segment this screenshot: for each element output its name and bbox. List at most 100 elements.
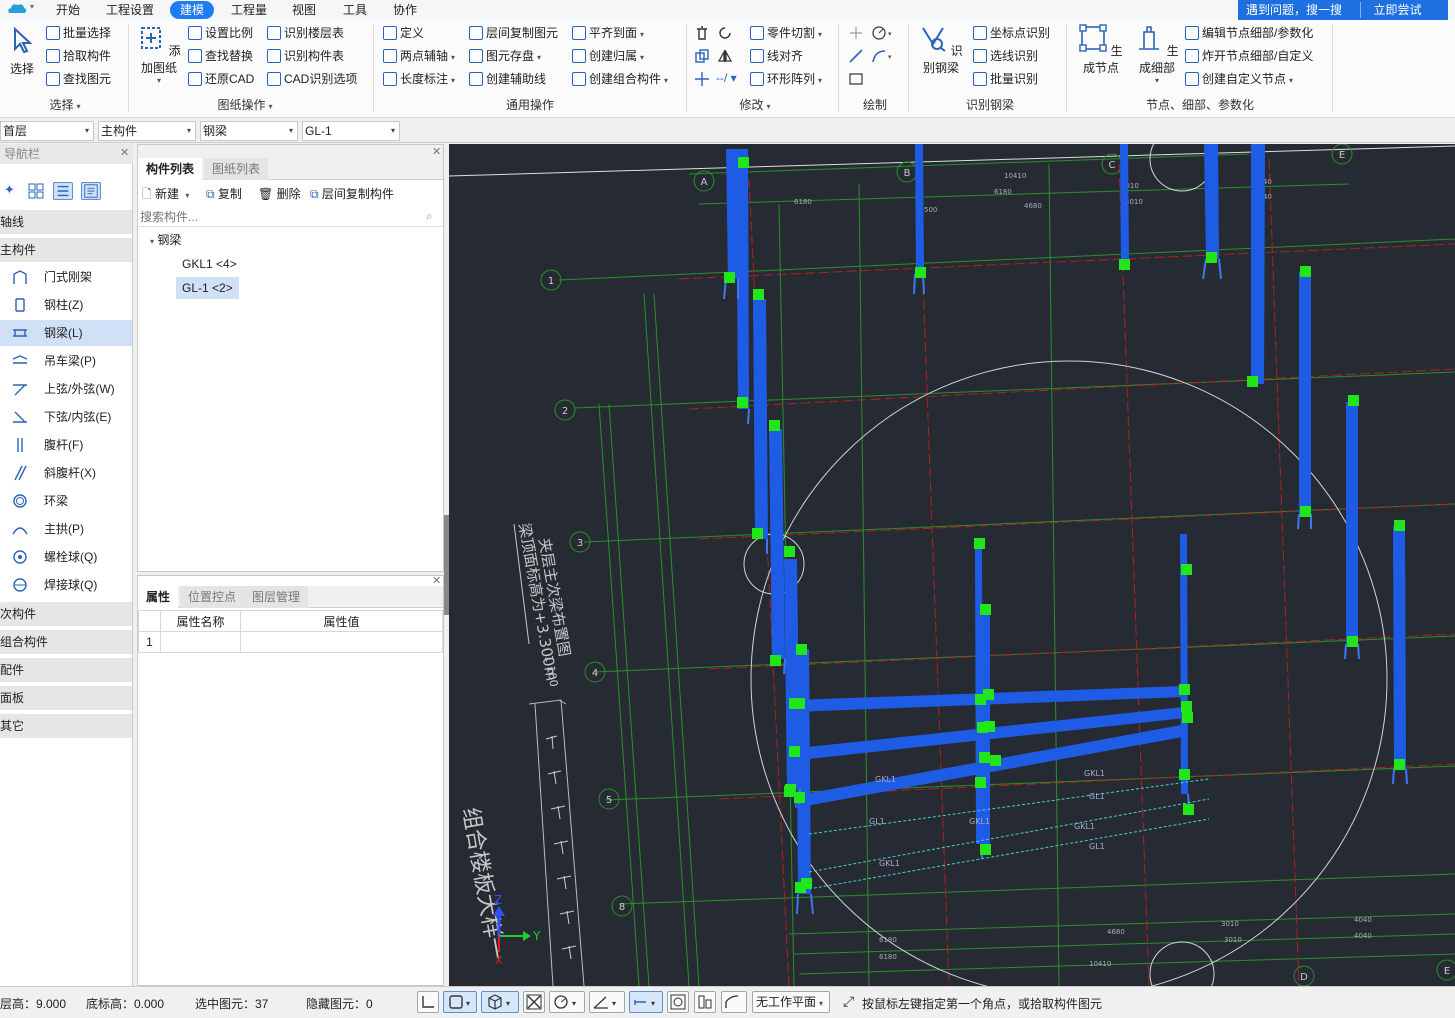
floor-select[interactable]: 首层 ▾ — [0, 121, 94, 141]
nav-item-diagonal-web[interactable]: 斜腹杆(X) — [0, 460, 132, 486]
create-ownership-button[interactable]: 创建归属 ▾ — [572, 46, 644, 66]
3d-view-button[interactable]: ▾ — [481, 991, 519, 1013]
line-draw-icon[interactable] — [847, 48, 865, 64]
tree-root-steel-beam[interactable]: ▾ 钢梁 — [150, 229, 181, 251]
nav-item-crane-beam[interactable]: 吊车梁(P) — [0, 348, 132, 374]
nav-item-steel-beam[interactable]: 钢梁(L) — [0, 320, 132, 346]
view-mode-button[interactable]: ▾ — [443, 991, 477, 1013]
list-view-icon[interactable] — [53, 182, 73, 200]
menu-quantity[interactable]: 工程量 — [225, 1, 273, 19]
rotate-icon[interactable] — [717, 25, 733, 41]
delete-component-button[interactable]: 🗑 删除 — [258, 185, 301, 203]
tab-position-control[interactable]: 位置控点 — [180, 586, 245, 608]
layer-copy-component-button[interactable]: ⧉ 层间复制构件 — [310, 185, 394, 203]
property-value-cell[interactable] — [240, 631, 443, 653]
tab-component-list[interactable]: 构件列表 — [138, 158, 203, 180]
grid-view-icon[interactable] — [26, 182, 46, 200]
nav-category-accessories[interactable]: 配件 — [0, 658, 132, 682]
circular-array-button[interactable]: 环形阵列 ▾ — [750, 69, 822, 89]
edit-node-details-button[interactable]: 编辑节点细部/参数化 — [1185, 23, 1313, 43]
menu-modeling[interactable]: 建模 — [170, 1, 215, 19]
circle-draw-icon[interactable]: ▾ — [871, 25, 895, 41]
nav-item-web-member[interactable]: 腹杆(F) — [0, 432, 132, 458]
mirror-icon[interactable] — [717, 48, 733, 64]
property-name-cell[interactable] — [160, 631, 241, 653]
menu-project-settings[interactable]: 工程设置 — [100, 1, 160, 19]
line-identify-button[interactable]: 选线识别 — [973, 46, 1038, 66]
batch-identify-button[interactable]: 批量识别 — [973, 69, 1038, 89]
element-save-button[interactable]: 图元存盘 ▾ — [469, 46, 541, 66]
length-dimension-button[interactable]: 长度标注 ▾ — [383, 69, 455, 89]
identify-floor-table-button[interactable]: 识别楼层表 — [267, 23, 344, 43]
orthogonal-button[interactable] — [417, 991, 439, 1013]
menu-home[interactable]: 开始 — [50, 1, 86, 19]
add-drawing-button[interactable]: 添加图纸 ▾ — [134, 24, 184, 85]
menu-collaborate[interactable]: 协作 — [387, 1, 423, 19]
nav-item-bolt-ball[interactable]: 螺栓球(Q) — [0, 544, 132, 570]
point-icon[interactable] — [847, 25, 865, 41]
nav-item-steel-column[interactable]: 钢柱(Z) — [0, 292, 132, 318]
restore-cad-button[interactable]: 还原CAD — [188, 69, 254, 89]
3d-viewport[interactable]: 1 2 3 4 5 8 A B C E D E 10410 6180 4680 … — [449, 144, 1455, 986]
component-category-select[interactable]: 钢梁 ▾ — [200, 121, 298, 141]
tab-drawing-list[interactable]: 图纸列表 — [204, 158, 269, 180]
snap-circle-button[interactable]: ▾ — [549, 991, 585, 1013]
pin-icon[interactable]: ✦ — [4, 182, 15, 198]
extend-icon[interactable]: -‑/ ▾ — [716, 71, 737, 85]
close-icon[interactable]: ✕ — [432, 145, 441, 158]
zoom-fit-button[interactable] — [667, 991, 689, 1013]
nav-item-ring-beam[interactable]: 环梁 — [0, 488, 132, 514]
generate-details-button[interactable]: 生成细部 ▾ — [1130, 24, 1184, 85]
select-button[interactable]: 选择 — [4, 26, 40, 77]
define-button[interactable]: 定义 — [383, 23, 424, 43]
new-component-button[interactable]: 🗋 新建 ▾ — [142, 185, 189, 203]
set-scale-button[interactable]: 设置比例 — [188, 23, 253, 43]
component-select[interactable]: GL-1 ▾ — [302, 121, 400, 141]
nav-item-lower-chord[interactable]: 下弦/内弦(E) — [0, 404, 132, 430]
tab-layer-management[interactable]: 图层管理 — [244, 586, 309, 608]
help-search-text[interactable]: 遇到问题，搜一搜 — [1246, 0, 1342, 20]
rectangle-draw-icon[interactable] — [847, 71, 865, 87]
identify-steel-beam-button[interactable]: 识别钢梁 — [914, 24, 968, 76]
nav-category-main[interactable]: 主构件 — [0, 238, 132, 262]
two-point-axis-button[interactable]: 两点辅轴 ▾ — [383, 46, 455, 66]
menu-view[interactable]: 视图 — [286, 1, 322, 19]
nav-category-other[interactable]: 其它 — [0, 714, 132, 738]
cross-select-button[interactable] — [523, 991, 545, 1013]
table-row[interactable]: 1 — [138, 631, 443, 653]
identify-component-table-button[interactable]: 识别构件表 — [267, 46, 344, 66]
nav-item-main-arch[interactable]: 主拱(P) — [0, 516, 132, 542]
angle-button[interactable]: ▾ — [589, 991, 625, 1013]
copy-component-button[interactable]: ⧉ 复制 — [206, 185, 242, 203]
layer-copy-button[interactable]: 层间复制图元 — [469, 23, 558, 43]
tree-item-gl1[interactable]: GL-1 <2> — [176, 277, 239, 299]
find-replace-button[interactable]: 查找替换 — [188, 46, 253, 66]
detail-view-icon[interactable] — [81, 182, 101, 200]
arc-draw-icon[interactable]: ▾ — [871, 48, 895, 64]
nav-item-portal-frame[interactable]: 门式刚架 — [0, 264, 132, 290]
move-icon[interactable] — [694, 71, 710, 87]
generate-nodes-button[interactable]: 生成节点 — [1074, 24, 1128, 76]
quick-access-caret-icon[interactable]: ▾ — [30, 2, 34, 11]
search-icon[interactable]: ⌕ — [426, 209, 433, 224]
close-icon[interactable]: ✕ — [120, 146, 129, 159]
coordinate-identify-button[interactable]: 坐标点识别 — [973, 23, 1050, 43]
nav-item-welded-ball[interactable]: 焊接球(Q) — [0, 572, 132, 598]
menu-tools[interactable]: 工具 — [337, 1, 373, 19]
cad-options-button[interactable]: CAD识别选项 — [267, 69, 357, 89]
part-cut-button[interactable]: 零件切割 ▾ — [750, 23, 822, 43]
layer-toggle-button[interactable] — [694, 991, 716, 1013]
delete-icon[interactable] — [694, 25, 710, 41]
try-now-button[interactable]: 立即尝试 — [1360, 2, 1428, 18]
curve-toggle-button[interactable] — [721, 991, 747, 1013]
component-search-input[interactable] — [138, 207, 443, 227]
copy-icon[interactable] — [694, 48, 710, 64]
batch-select-button[interactable]: 批量选择 — [46, 23, 111, 43]
nav-category-combined[interactable]: 组合构件 — [0, 630, 132, 654]
create-custom-node-button[interactable]: 创建自定义节点 ▾ — [1185, 69, 1293, 89]
tab-properties[interactable]: 属性 — [138, 586, 179, 608]
align-to-face-button[interactable]: 平齐到面 ▾ — [572, 23, 644, 43]
nav-category-axis[interactable]: 轴线 — [0, 210, 132, 234]
nav-category-panels[interactable]: 面板 — [0, 686, 132, 710]
model-canvas[interactable]: 1 2 3 4 5 8 A B C E D E 10410 6180 4680 … — [449, 144, 1455, 986]
